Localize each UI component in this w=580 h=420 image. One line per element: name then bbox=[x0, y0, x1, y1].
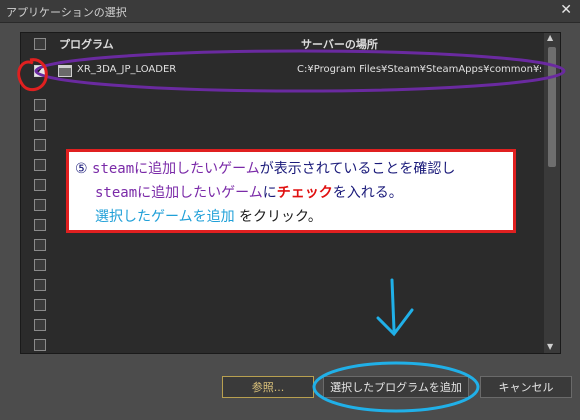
browse-button[interactable]: 参照... bbox=[222, 376, 314, 398]
empty-row-checkbox[interactable] bbox=[34, 319, 46, 331]
window-title: アプリケーションの選択 bbox=[6, 6, 127, 19]
application-icon bbox=[58, 65, 72, 77]
empty-row-checkbox[interactable] bbox=[34, 119, 46, 131]
empty-row-checkbox[interactable] bbox=[34, 159, 46, 171]
empty-row-checkbox[interactable] bbox=[34, 199, 46, 211]
table-row[interactable]: ✔ XR_3DA_JP_LOADER C:¥Program Files¥Stea… bbox=[21, 59, 541, 83]
select-all-checkbox[interactable] bbox=[34, 38, 46, 50]
column-header-program[interactable]: プログラム bbox=[59, 36, 114, 52]
empty-row-checkbox[interactable] bbox=[34, 239, 46, 251]
empty-row-checkbox[interactable] bbox=[34, 259, 46, 271]
program-name: XR_3DA_JP_LOADER bbox=[77, 64, 177, 75]
instruction-line-3: 選択したゲームを追加 をクリック。 bbox=[95, 209, 322, 225]
column-header-location[interactable]: サーバーの場所 bbox=[301, 36, 378, 52]
instruction-callout: ⑤ steamに追加したいゲームが表示されていることを確認し steamに追加し… bbox=[66, 149, 516, 233]
instruction-line-1: ⑤ steamに追加したいゲームが表示されていることを確認し bbox=[75, 161, 456, 177]
empty-row-checkbox[interactable] bbox=[34, 339, 46, 351]
empty-row-checkbox[interactable] bbox=[34, 219, 46, 231]
program-path: C:¥Program Files¥Steam¥SteamApps¥common¥… bbox=[297, 64, 541, 75]
cancel-button[interactable]: キャンセル bbox=[480, 376, 572, 398]
add-selected-programs-button[interactable]: 選択したプログラムを追加 bbox=[323, 376, 469, 398]
empty-row-checkbox[interactable] bbox=[34, 179, 46, 191]
row-checkbox[interactable]: ✔ bbox=[34, 65, 46, 77]
select-application-dialog: アプリケーションの選択 ✕ プログラム サーバーの場所 ✔ XR_3DA_JP_… bbox=[0, 0, 580, 420]
instruction-line-2: steamに追加したいゲームにチェックを入れる。 bbox=[95, 185, 403, 201]
empty-row-checkbox[interactable] bbox=[34, 99, 46, 111]
empty-row-checkbox[interactable] bbox=[34, 299, 46, 311]
empty-row-checkbox[interactable] bbox=[34, 139, 46, 151]
scroll-down-icon[interactable]: ▼ bbox=[547, 342, 553, 351]
scrollbar-thumb[interactable] bbox=[548, 47, 556, 167]
close-icon[interactable]: ✕ bbox=[560, 2, 572, 18]
empty-row-checkbox[interactable] bbox=[34, 279, 46, 291]
vertical-scrollbar[interactable]: ▲ ▼ bbox=[544, 33, 560, 353]
list-header: プログラム サーバーの場所 bbox=[21, 33, 541, 53]
title-bar: アプリケーションの選択 ✕ bbox=[0, 0, 580, 23]
scroll-up-icon[interactable]: ▲ bbox=[547, 33, 553, 42]
